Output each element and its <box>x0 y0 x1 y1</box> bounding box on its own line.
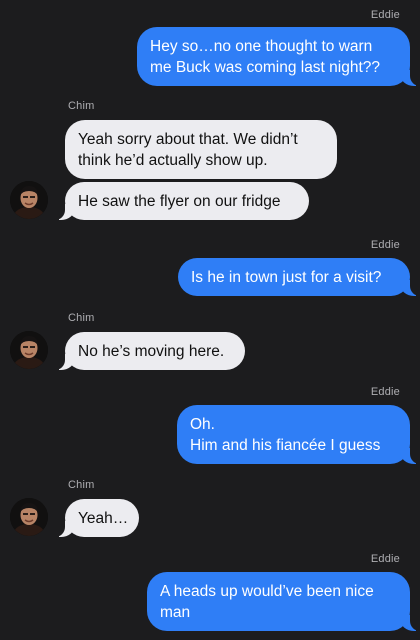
contact-photo-icon <box>10 331 48 369</box>
sender-label-eddie: Eddie <box>370 386 400 398</box>
sender-label-eddie: Eddie <box>370 239 400 251</box>
contact-photo-icon <box>10 498 48 536</box>
message-bubble-outgoing[interactable]: Oh. Him and his fiancée I guess <box>177 405 420 464</box>
message-bubble-incoming[interactable]: Yeah… <box>55 499 139 537</box>
sender-label-eddie: Eddie <box>370 553 400 565</box>
contact-photo-icon <box>10 181 48 219</box>
sender-label-chim: Chim <box>68 312 95 324</box>
message-bubble-outgoing[interactable]: Hey so…no one thought to warn me Buck wa… <box>137 27 420 86</box>
sender-label-eddie: Eddie <box>370 9 400 21</box>
message-bubble-incoming[interactable]: He saw the flyer on our fridge <box>55 182 309 220</box>
message-bubble-incoming[interactable]: No he’s moving here. <box>55 332 245 370</box>
avatar-chim[interactable] <box>10 181 48 219</box>
sender-label-chim: Chim <box>68 479 95 491</box>
avatar-chim[interactable] <box>10 331 48 369</box>
message-bubble-outgoing[interactable]: A heads up would’ve been nice man <box>147 572 420 631</box>
avatar-chim[interactable] <box>10 498 48 536</box>
sender-label-chim: Chim <box>68 100 95 112</box>
message-bubble-incoming[interactable]: Yeah sorry about that. We didn’t think h… <box>65 120 337 179</box>
message-bubble-outgoing[interactable]: Is he in town just for a visit? <box>178 258 420 296</box>
message-thread: Eddie Hey so…no one thought to warn me B… <box>0 0 420 640</box>
